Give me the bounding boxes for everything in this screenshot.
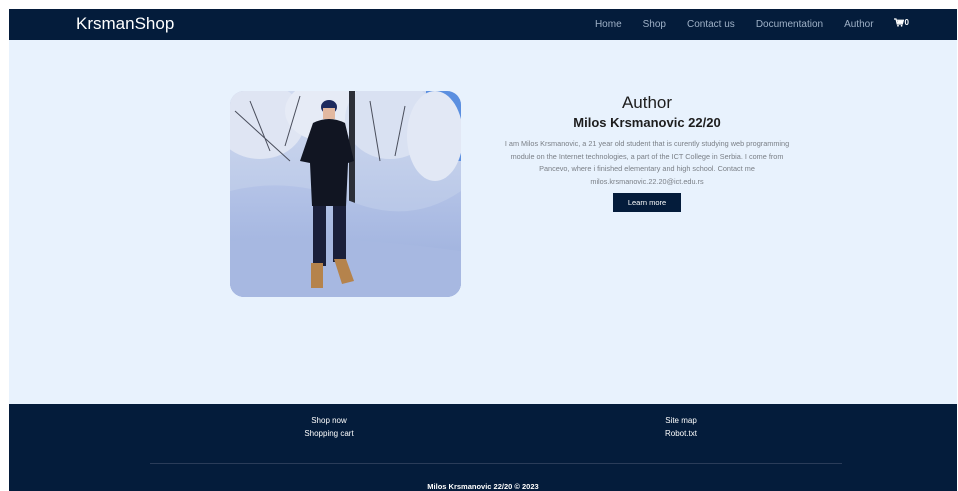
cart-icon (893, 18, 904, 27)
footer-divider (150, 463, 842, 464)
footer-link-shopping-cart[interactable]: Shopping cart (259, 427, 399, 440)
footer-link-site-map[interactable]: Site map (611, 414, 751, 427)
footer-link-robots[interactable]: Robot.txt (611, 427, 751, 440)
nav-link-home[interactable]: Home (595, 19, 622, 30)
footer-column-site: Site map Robot.txt (611, 414, 751, 440)
navbar: KrsmanShop Home Shop Contact us Document… (9, 9, 957, 40)
nav-link-contact[interactable]: Contact us (687, 19, 735, 30)
brand-logo[interactable]: KrsmanShop (76, 12, 174, 36)
learn-more-button[interactable]: Learn more (613, 193, 681, 212)
nav-link-author[interactable]: Author (844, 19, 873, 30)
cart-button[interactable]: 0 (893, 18, 909, 27)
footer-link-shop-now[interactable]: Shop now (259, 414, 399, 427)
nav-links: Home Shop Contact us Documentation Autho… (574, 9, 909, 40)
author-name: Milos Krsmanovic 22/20 (573, 115, 721, 130)
cart-count: 0 (904, 18, 909, 27)
nav-link-shop[interactable]: Shop (643, 19, 666, 30)
copyright: Milos Krsmanovic 22/20 © 2023 (427, 482, 539, 491)
author-section: Author Milos Krsmanovic 22/20 I am Milos… (496, 91, 798, 212)
footer-column-shop: Shop now Shopping cart (259, 414, 399, 440)
page: KrsmanShop Home Shop Contact us Document… (9, 9, 957, 491)
footer: Shop now Shopping cart Site map Robot.tx… (9, 404, 957, 491)
author-heading: Author (621, 93, 673, 112)
author-bio: I am Milos Krsmanovic, a 21 year old stu… (504, 139, 790, 186)
author-photo-image (230, 91, 461, 297)
nav-link-documentation[interactable]: Documentation (756, 19, 823, 30)
author-photo (230, 91, 461, 297)
